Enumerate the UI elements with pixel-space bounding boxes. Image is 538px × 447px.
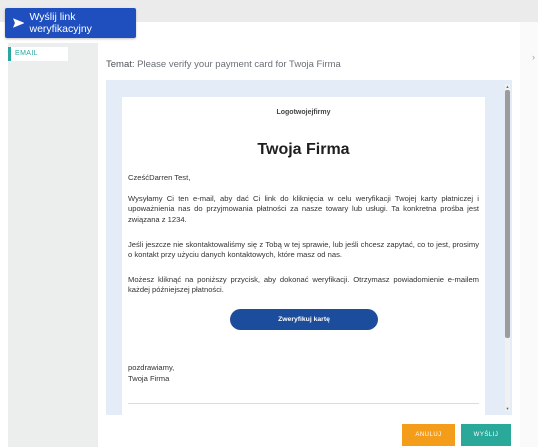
email-panel: Temat: Please verify your payment card f… [99, 47, 520, 447]
close-icon[interactable]: › [532, 52, 535, 62]
subject-label: Temat: [106, 59, 135, 70]
paragraph-1: Wysyłamy Ci ten e-mail, aby dać Ci link … [128, 194, 479, 224]
send-button[interactable]: WYŚLIJ [461, 424, 511, 446]
sign-off-text: pozdrawiamy, [128, 363, 175, 372]
send-verification-link-label: Wyślij link weryfikacyjny [29, 11, 92, 35]
greeting: CześćDarren Test, [128, 173, 191, 182]
send-verification-link-button[interactable]: Wyślij link weryfikacyjny [5, 8, 136, 38]
sign-off: pozdrawiamy, Twoja Firma [128, 363, 174, 384]
paragraph-3: Możesz kliknąć na poniższy przycisk, aby… [128, 275, 479, 295]
sidebar: EMAIL [8, 43, 98, 447]
verify-card-button[interactable]: Zweryfikuj kartę [230, 309, 378, 330]
paper-plane-icon [13, 18, 25, 28]
scrollbar-thumb[interactable] [505, 90, 510, 338]
preview-scrollbar[interactable]: ▲ ▼ [505, 84, 510, 411]
divider [128, 403, 479, 404]
subject-line: Temat: Please verify your payment card f… [106, 59, 341, 70]
email-preview[interactable]: Logotwojejfirmy Twoja Firma CześćDarren … [106, 80, 512, 415]
subject-value: Please verify your payment card for Twoj… [137, 59, 341, 70]
tab-email[interactable]: EMAIL [8, 47, 68, 61]
company-logo: Logotwojejfirmy [276, 109, 331, 116]
paragraph-2: Jeśli jeszcze nie skontaktowaliśmy się z… [128, 240, 479, 260]
cancel-button[interactable]: ANULUJ [402, 424, 455, 446]
sign-off-name: Twoja Firma [128, 373, 170, 383]
email-body: Logotwojejfirmy Twoja Firma CześćDarren … [122, 97, 485, 415]
scroll-down-icon[interactable]: ▼ [505, 406, 510, 411]
company-name-heading: Twoja Firma [257, 141, 350, 158]
scroll-up-icon[interactable]: ▲ [505, 84, 510, 89]
right-edge: › [520, 22, 538, 447]
